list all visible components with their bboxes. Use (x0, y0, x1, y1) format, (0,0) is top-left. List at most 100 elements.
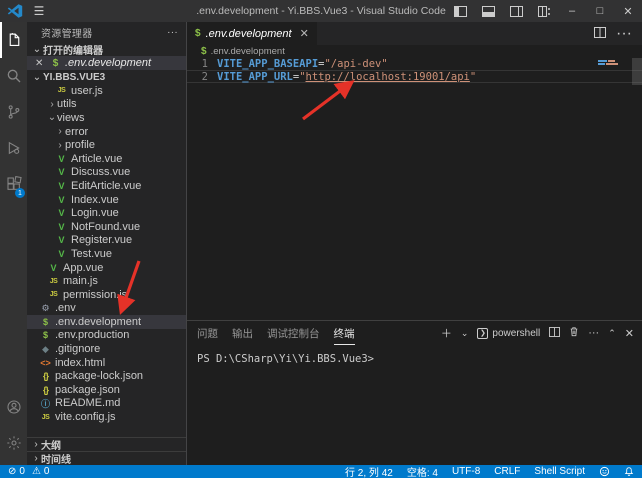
code-editor[interactable]: 1VITE_APP_BASEAPI="/api-dev"2VITE_APP_UR… (187, 58, 642, 320)
terminal-shell-item[interactable]: ❯ powershell (477, 328, 540, 339)
project-root-header[interactable]: ⌄ YI.BBS.VUE3 (27, 70, 186, 84)
code-line-1[interactable]: 1VITE_APP_BASEAPI="/api-dev" (187, 58, 642, 70)
minimize-button[interactable]: – (558, 0, 586, 22)
tree-item-main-js[interactable]: JSmain.js (27, 274, 186, 288)
split-editor-icon[interactable] (594, 25, 606, 43)
chevron-down-icon[interactable]: ⌄ (461, 328, 469, 339)
extensions-icon[interactable]: 1 (0, 166, 27, 202)
editor-group: $ .env.development ✕ ··· $ .env.developm… (186, 22, 642, 465)
tree-item-index-vue[interactable]: VIndex.vue (27, 193, 186, 207)
tree-item-label: package.json (55, 384, 120, 396)
feedback-icon[interactable] (599, 466, 610, 477)
vue-file-icon: V (55, 235, 68, 245)
kill-terminal-icon[interactable] (569, 326, 579, 340)
tree-item-error[interactable]: ›error (27, 125, 186, 139)
account-icon[interactable] (0, 389, 27, 425)
menu-icon[interactable]: ☰ (29, 4, 49, 18)
close-panel-icon[interactable]: ✕ (625, 327, 634, 340)
search-icon[interactable] (0, 58, 27, 94)
js-file-icon: JS (47, 291, 60, 298)
close-button[interactable]: ✕ (614, 0, 642, 22)
settings-gear-icon[interactable] (0, 425, 27, 461)
chevron-right-icon: › (55, 140, 65, 151)
toggle-panel-icon[interactable] (474, 0, 502, 22)
terminal-prompt[interactable]: PS D:\CSharp\Yi\Yi.BBS.Vue3> (197, 353, 374, 365)
tree-item-label: App.vue (63, 262, 103, 274)
open-editor-item[interactable]: ✕ $ .env.development (27, 56, 186, 70)
tree-item-package-json[interactable]: {}package.json (27, 383, 186, 397)
tree-item--env-production[interactable]: $.env.production (27, 329, 186, 343)
warning-icon: ⚠ (32, 466, 41, 477)
editor-scrollbar[interactable] (632, 58, 642, 85)
status-item[interactable]: 行 2, 列 42 (345, 464, 393, 479)
extensions-badge: 1 (15, 188, 25, 198)
chevron-right-icon: › (27, 439, 41, 450)
run-debug-icon[interactable] (0, 130, 27, 166)
tree-item-register-vue[interactable]: VRegister.vue (27, 234, 186, 248)
code-token: " (470, 71, 476, 82)
open-editors-header[interactable]: ⌄ 打开的编辑器 (27, 42, 186, 56)
tree-item-label: vite.config.js (55, 411, 116, 423)
tree-item-article-vue[interactable]: VArticle.vue (27, 152, 186, 166)
tree-item-label: permission.js (63, 289, 127, 301)
status-item[interactable]: 空格: 4 (407, 464, 438, 479)
tree-item-utils[interactable]: ›utils (27, 98, 186, 112)
tree-item-login-vue[interactable]: VLogin.vue (27, 206, 186, 220)
customize-layout-icon[interactable] (530, 0, 558, 22)
more-actions-icon[interactable]: ··· (588, 327, 599, 339)
new-terminal-icon[interactable]: ＋ (441, 325, 452, 341)
more-actions-icon[interactable]: ··· (616, 25, 632, 43)
status-bar: ⊘0 ⚠0 行 2, 列 42 空格: 4 UTF-8 CRLF Shell Scrip… (0, 465, 642, 478)
notifications-bell-icon[interactable] (624, 466, 634, 477)
close-icon[interactable]: ✕ (300, 27, 309, 40)
problems-status[interactable]: ⊘0 ⚠0 (8, 466, 49, 477)
tree-item--gitignore[interactable]: ◆.gitignore (27, 342, 186, 356)
vscode-window: ☰ .env.development - Yi.BBS.Vue3 - Visua… (0, 0, 642, 478)
status-item[interactable]: Shell Script (534, 466, 585, 477)
tree-item-permission-js[interactable]: JSpermission.js (27, 288, 186, 302)
js-file-icon: JS (55, 87, 68, 94)
tree-item-label: Login.vue (71, 207, 119, 219)
tree-item-views[interactable]: ⌄views (27, 111, 186, 125)
url-link-token[interactable]: http://localhost:19001/api (306, 71, 470, 82)
minimap[interactable] (598, 60, 628, 66)
code-line-2[interactable]: 2VITE_APP_URL="http://localhost:19001/ap… (187, 70, 642, 83)
tree-item-vite-config-js[interactable]: JSvite.config.js (27, 410, 186, 424)
outline-section-header[interactable]: › 大纲 (27, 437, 186, 451)
status-item[interactable]: CRLF (494, 466, 520, 477)
timeline-section-header[interactable]: › 时间线 (27, 451, 186, 465)
maximize-panel-icon[interactable]: ⌃ (608, 328, 616, 339)
close-icon[interactable]: ✕ (35, 58, 49, 69)
toggle-secondary-sidebar-icon[interactable] (502, 0, 530, 22)
tree-item-label: .gitignore (55, 343, 100, 355)
split-terminal-icon[interactable] (549, 327, 560, 340)
status-item[interactable]: UTF-8 (452, 466, 480, 477)
tree-item-user-js[interactable]: JSuser.js (27, 84, 186, 98)
tree-item-app-vue[interactable]: VApp.vue (27, 261, 186, 275)
tree-item-notfound-vue[interactable]: VNotFound.vue (27, 220, 186, 234)
panel-tab-输出[interactable]: 输出 (232, 322, 253, 345)
tree-item-discuss-vue[interactable]: VDiscuss.vue (27, 166, 186, 180)
tree-item-label: .env.production (55, 329, 129, 341)
tree-item--env-development[interactable]: $.env.development (27, 315, 186, 329)
tab-env-development[interactable]: $ .env.development ✕ (187, 22, 317, 45)
tree-item-readme-md[interactable]: ⓘREADME.md (27, 397, 186, 411)
toggle-sidebar-icon[interactable] (446, 0, 474, 22)
json-file-icon: {} (39, 371, 52, 381)
tree-item-test-vue[interactable]: VTest.vue (27, 247, 186, 261)
explorer-icon[interactable] (0, 22, 27, 58)
panel-tab-问题[interactable]: 问题 (197, 322, 218, 345)
tree-item-editarticle-vue[interactable]: VEditArticle.vue (27, 179, 186, 193)
tree-item-profile[interactable]: ›profile (27, 138, 186, 152)
tree-item-index-html[interactable]: <>index.html (27, 356, 186, 370)
sidebar-more-icon[interactable]: ··· (167, 27, 178, 38)
tree-item-package-lock-json[interactable]: {}package-lock.json (27, 369, 186, 383)
source-control-icon[interactable] (0, 94, 27, 130)
panel-tab-调试控制台[interactable]: 调试控制台 (267, 322, 320, 345)
tree-item--env[interactable]: ⚙.env (27, 302, 186, 316)
vue-file-icon: V (55, 181, 68, 191)
panel-tabs: 问题输出调试控制台终端 (197, 322, 355, 345)
panel-tab-终端[interactable]: 终端 (334, 322, 355, 345)
breadcrumb[interactable]: $ .env.development (187, 45, 642, 58)
maximize-button[interactable]: □ (586, 0, 614, 22)
